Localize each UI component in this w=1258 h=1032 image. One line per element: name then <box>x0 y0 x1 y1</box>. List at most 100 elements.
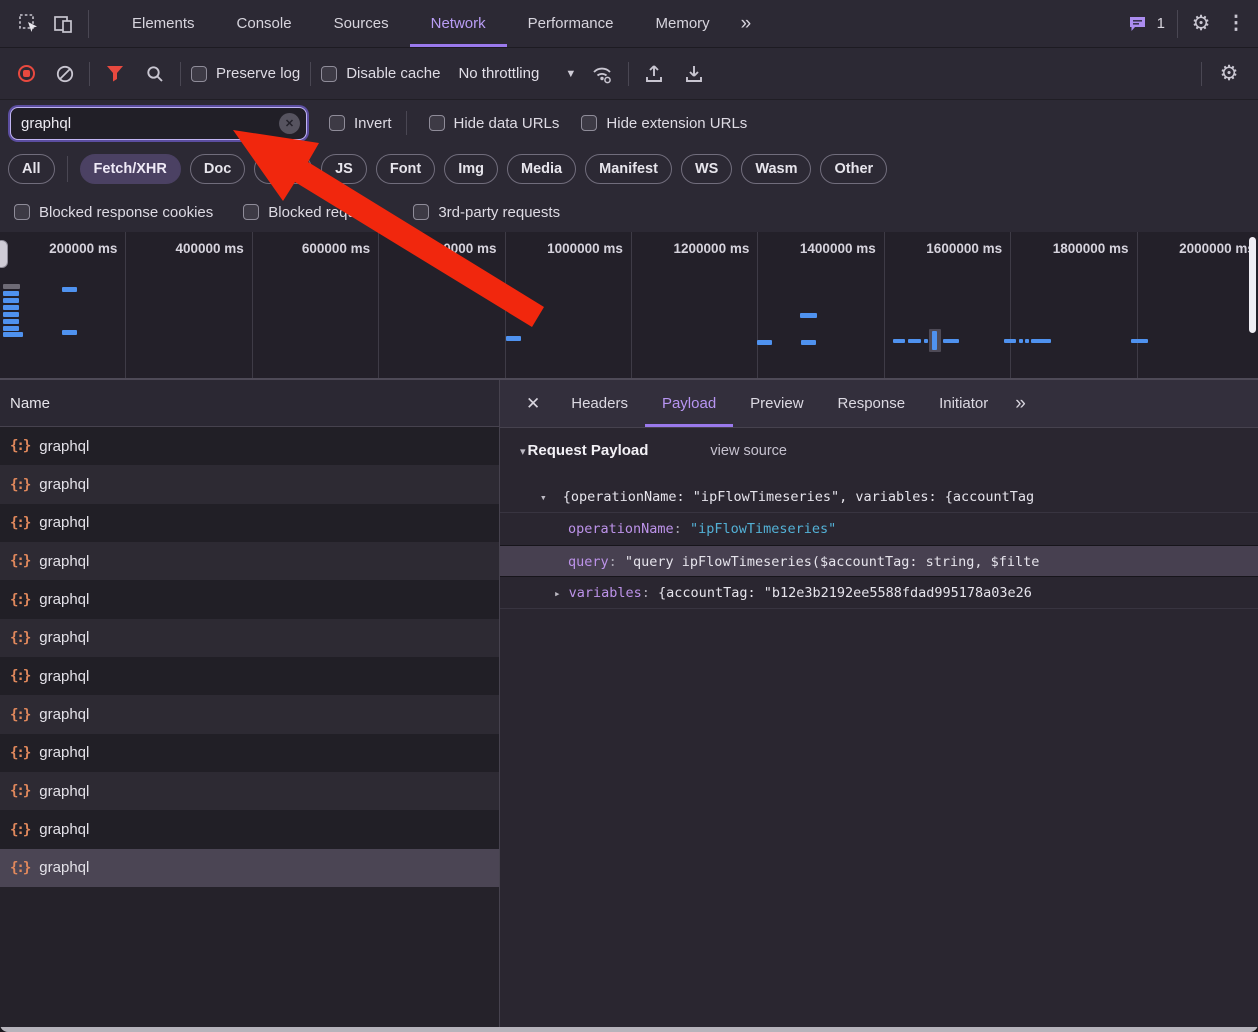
request-payload-section[interactable]: ▾ Request Payload view source <box>500 442 1258 476</box>
request-row[interactable]: {:} graphql <box>0 733 499 773</box>
request-type-chip[interactable]: Img <box>444 154 499 184</box>
clear-filter-button[interactable]: ✕ <box>279 112 300 134</box>
colon-separator: : <box>641 585 659 601</box>
customize-devtools-button[interactable]: ⋮ <box>1224 7 1248 41</box>
request-name: graphql <box>39 437 90 455</box>
payload-variables-row[interactable]: ▸ variables: {accountTag: "b12e3b2192ee55… <box>500 577 1258 609</box>
toolbar-divider <box>405 111 407 135</box>
detail-tab-bar: ✕ Headers Payload Preview Response Initiator… <box>500 380 1258 428</box>
funnel-icon <box>107 66 123 82</box>
detail-tab[interactable]: Payload <box>644 380 734 427</box>
request-row[interactable]: {:} graphql <box>0 542 499 581</box>
name-column-header[interactable]: Name <box>0 380 499 427</box>
request-type-chip[interactable]: Media <box>507 154 577 184</box>
timeline-scrollbar-thumb[interactable] <box>1249 237 1256 333</box>
timeline-left-grip[interactable] <box>0 240 8 268</box>
timeline-bar <box>1025 339 1029 343</box>
network-settings-button[interactable]: ⚙ <box>1212 57 1246 91</box>
hide-data-urls-label: Hide data URLs <box>453 114 560 132</box>
hide-extension-urls-toggle[interactable]: Hide extension URLs <box>581 115 747 132</box>
request-row[interactable]: {:} graphql <box>0 427 499 466</box>
third-party-checkbox[interactable] <box>413 204 430 220</box>
network-conditions-button[interactable] <box>586 57 618 91</box>
request-type-chip[interactable]: CSS <box>254 154 313 184</box>
filter-input[interactable] <box>21 114 272 132</box>
payload-root-node[interactable]: ▾ {operationName: "ipFlowTimeseries", va… <box>500 481 1258 513</box>
request-row[interactable]: {:} graphql <box>0 848 499 888</box>
hide-extension-urls-checkbox[interactable] <box>581 115 598 131</box>
view-source-link[interactable]: view source <box>710 443 787 459</box>
detail-tab[interactable]: Response <box>821 380 923 427</box>
request-row[interactable]: {:} graphql <box>0 772 499 811</box>
payload-operation-row[interactable]: operationName: "ipFlowTimeseries" <box>500 513 1258 545</box>
request-row[interactable]: {:} graphql <box>0 465 499 504</box>
panel-tab[interactable]: Sources <box>313 0 410 47</box>
detail-tab[interactable]: Preview <box>733 380 820 427</box>
request-row[interactable]: {:} graphql <box>0 618 499 658</box>
preserve-log-toggle[interactable]: Preserve log <box>191 65 300 82</box>
request-type-chip[interactable]: WS <box>680 154 733 184</box>
blocked-requests-checkbox[interactable] <box>243 204 260 220</box>
throttling-select[interactable]: No throttling ▼ <box>458 65 576 82</box>
preserve-log-label: Preserve log <box>216 65 301 82</box>
more-tabs-button[interactable]: » <box>731 13 762 35</box>
issues-button[interactable] <box>1125 7 1151 41</box>
payload-query-row[interactable]: query: "query ipFlowTimeseries($accountT… <box>500 545 1258 577</box>
inspect-element-button[interactable] <box>12 7 46 41</box>
close-details-button[interactable]: ✕ <box>512 380 554 427</box>
settings-button[interactable]: ⚙ <box>1184 7 1218 41</box>
record-network-log-button[interactable] <box>18 65 35 82</box>
blocked-cookies-toggle[interactable]: Blocked response cookies <box>14 204 213 221</box>
disable-cache-checkbox[interactable] <box>321 65 338 82</box>
panel-tab[interactable]: Console <box>216 0 313 47</box>
timeline-tick-label: 600000 ms <box>253 232 380 378</box>
request-row[interactable]: {:} graphql <box>0 580 499 619</box>
timeline-tick-label: 800000 ms <box>379 232 506 378</box>
invert-checkbox[interactable] <box>329 115 345 131</box>
invert-filter-toggle[interactable]: Invert <box>329 115 392 132</box>
request-row[interactable]: {:} graphql <box>0 810 499 849</box>
chip-all[interactable]: All <box>8 154 55 184</box>
more-detail-tabs-button[interactable]: » <box>1005 380 1036 427</box>
request-type-chip[interactable]: Other <box>820 154 888 184</box>
timeline-track[interactable]: 200000 ms 400000 ms 600000 ms 800000 ms 1000… <box>0 232 1258 380</box>
timeline-tick-label: 1600000 ms <box>885 232 1012 378</box>
request-type-chip[interactable]: JS <box>321 154 367 184</box>
panel-tab[interactable]: Network <box>409 0 507 47</box>
filter-toggle-button[interactable] <box>100 57 130 91</box>
export-har-button[interactable] <box>679 57 709 91</box>
preserve-log-checkbox[interactable] <box>191 65 207 82</box>
timeline-bar <box>801 340 816 345</box>
request-type-chip[interactable]: Doc <box>189 154 246 184</box>
device-toolbar-button[interactable] <box>46 7 80 41</box>
request-row[interactable]: {:} graphql <box>0 657 499 696</box>
request-row[interactable]: {:} graphql <box>0 503 499 543</box>
record-icon <box>23 70 30 77</box>
disable-cache-toggle[interactable]: Disable cache <box>321 65 440 82</box>
blocked-requests-toggle[interactable]: Blocked requests <box>243 204 383 221</box>
hide-data-urls-toggle[interactable]: Hide data URLs <box>428 114 560 132</box>
blocked-cookies-checkbox[interactable] <box>14 204 30 220</box>
timeline-bar <box>924 339 928 343</box>
toolbar-divider <box>89 61 90 86</box>
detail-tab[interactable]: Initiator <box>922 380 1005 427</box>
toolbar-divider <box>88 9 89 38</box>
request-type-chip[interactable]: Font <box>375 154 436 184</box>
issues-count: 1 <box>1156 15 1165 32</box>
panel-tab[interactable]: Elements <box>111 0 216 47</box>
request-row[interactable]: {:} graphql <box>0 695 499 734</box>
panel-tab[interactable]: Memory <box>635 0 731 47</box>
request-type-chip[interactable]: Manifest <box>585 154 672 184</box>
message-bubble-icon <box>1129 16 1145 31</box>
clear-network-log-button[interactable] <box>51 57 79 91</box>
request-type-chip[interactable]: Fetch/XHR <box>79 154 181 184</box>
request-name: graphql <box>39 706 90 724</box>
panel-tab[interactable]: Performance <box>507 0 635 47</box>
import-har-button[interactable] <box>639 57 669 91</box>
request-type-chip[interactable]: Wasm <box>741 154 812 184</box>
timeline-bar <box>62 330 77 335</box>
search-button[interactable] <box>140 57 170 91</box>
detail-tab[interactable]: Headers <box>554 380 645 427</box>
third-party-toggle[interactable]: 3rd-party requests <box>413 204 560 221</box>
hide-data-urls-checkbox[interactable] <box>428 115 445 131</box>
